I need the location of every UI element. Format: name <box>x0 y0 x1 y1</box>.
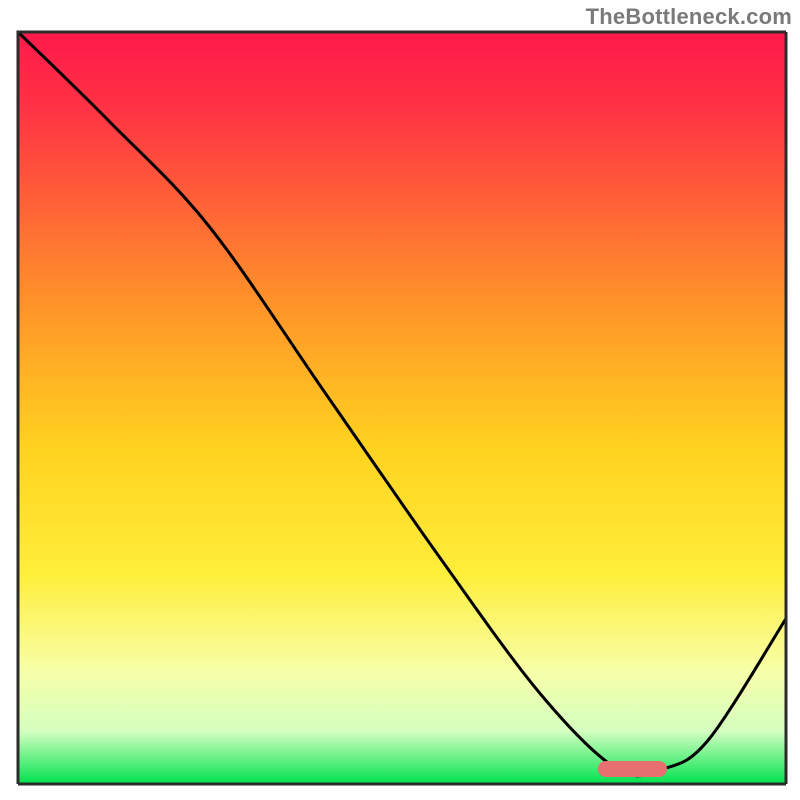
bottleneck-chart <box>0 0 800 800</box>
plot-area <box>18 32 786 784</box>
optimal-range-marker <box>598 761 667 777</box>
